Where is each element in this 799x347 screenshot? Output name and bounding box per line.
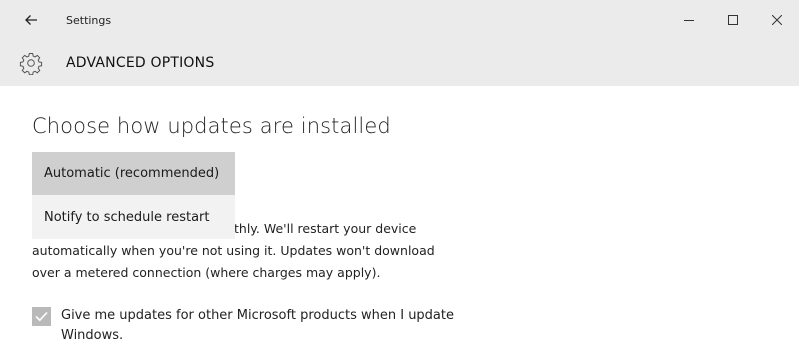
back-arrow-icon xyxy=(25,15,37,25)
page-heading: Choose how updates are installed xyxy=(32,114,391,138)
checkmark-icon xyxy=(35,311,48,322)
dropdown-option-notify[interactable]: Notify to schedule restart xyxy=(32,195,235,239)
minimize-icon xyxy=(684,20,694,21)
back-button[interactable] xyxy=(20,9,42,31)
close-icon xyxy=(772,15,782,25)
title-header: Settings ADVANCED OPTIONS xyxy=(0,0,799,86)
other-products-checkbox[interactable] xyxy=(32,307,51,326)
window-controls xyxy=(667,6,799,34)
checkbox-label-line: Windows. xyxy=(61,328,124,343)
maximize-icon xyxy=(728,15,738,25)
gear-icon xyxy=(19,53,43,75)
description-line: over a metered connection (where charges… xyxy=(32,265,381,280)
install-method-dropdown[interactable]: Automatic (recommended) Notify to schedu… xyxy=(32,152,235,239)
window-title: Settings xyxy=(66,14,112,27)
dropdown-option-automatic[interactable]: Automatic (recommended) xyxy=(32,152,235,195)
maximize-button[interactable] xyxy=(711,6,755,34)
minimize-button[interactable] xyxy=(667,6,711,34)
close-button[interactable] xyxy=(755,6,799,34)
checkbox-label-line: Give me updates for other Microsoft prod… xyxy=(61,308,454,323)
description-line: automatically when you're not using it. … xyxy=(32,243,435,258)
section-title: ADVANCED OPTIONS xyxy=(66,55,215,71)
checkbox-label: Give me updates for other Microsoft prod… xyxy=(61,306,481,346)
